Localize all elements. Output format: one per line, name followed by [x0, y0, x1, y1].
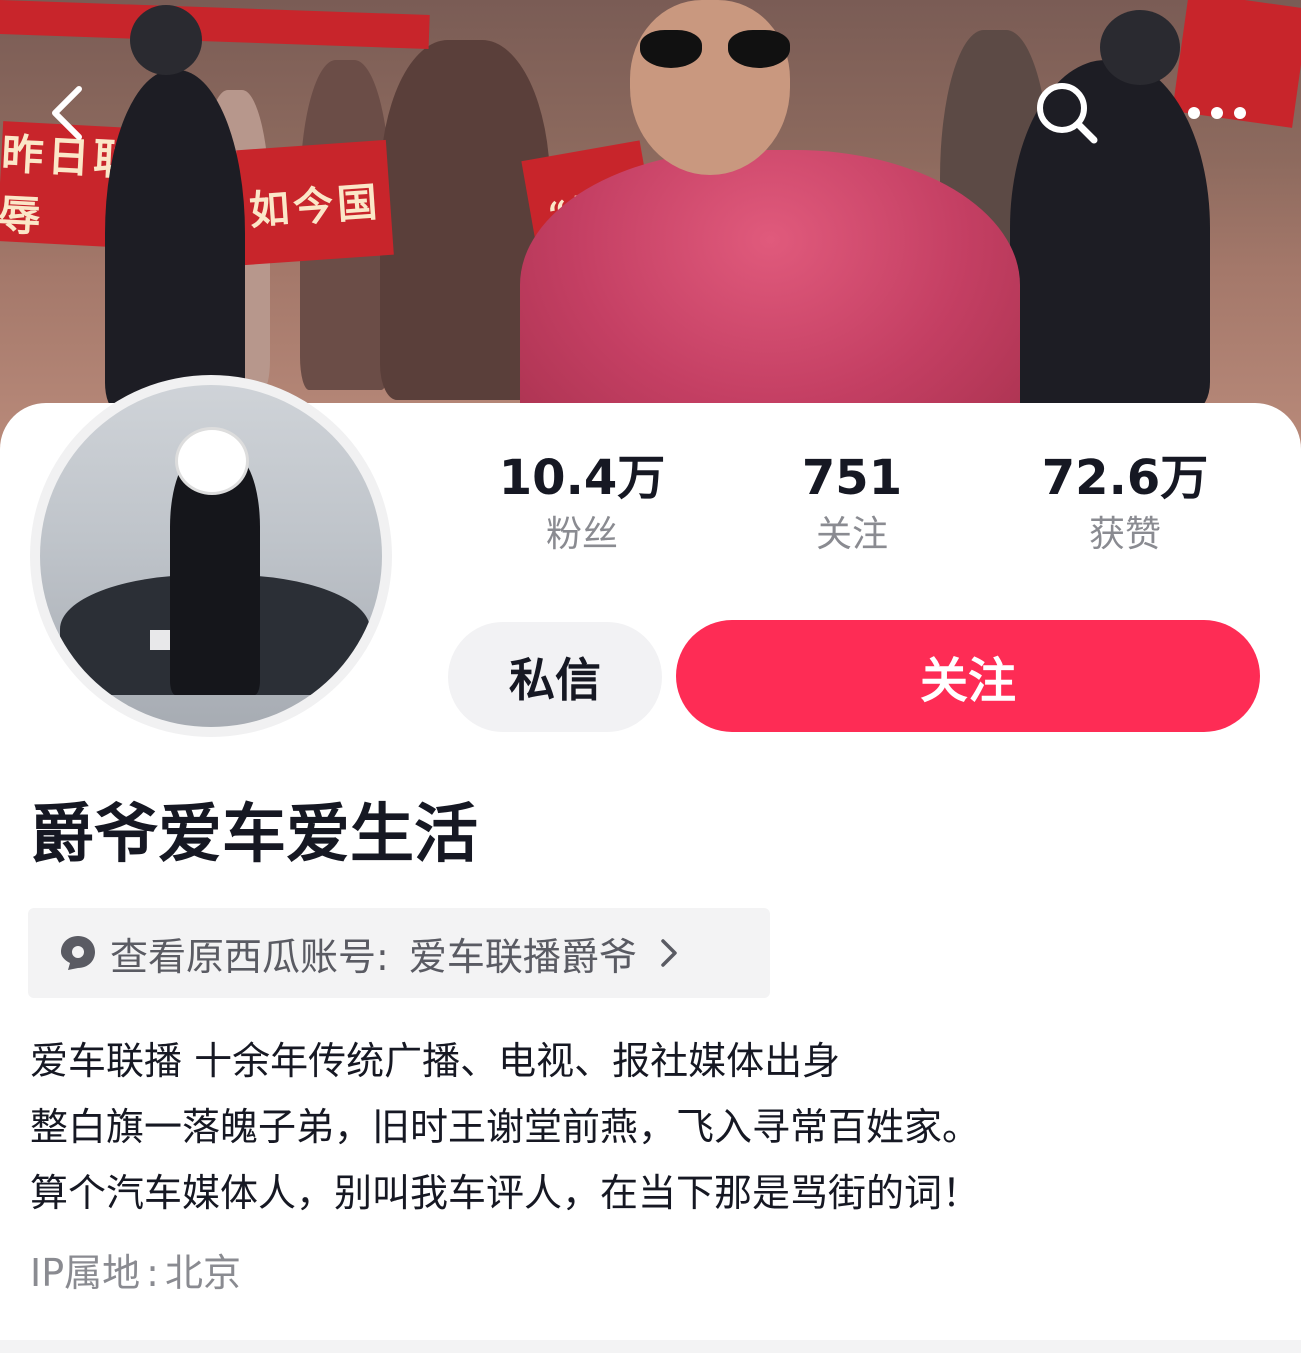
cover-person-head	[630, 0, 790, 175]
stat-followers[interactable]: 10.4万 粉丝	[462, 450, 702, 560]
chevron-right-icon	[659, 936, 679, 970]
ip-label: IP属地	[30, 1251, 141, 1295]
xigua-link-prefix: 查看原西瓜账号:	[110, 934, 389, 979]
following-count: 751	[801, 450, 903, 506]
ip-location: IP属地: 北京	[30, 1243, 241, 1303]
back-button[interactable]	[32, 78, 102, 148]
followers-label: 粉丝	[545, 514, 618, 555]
cover-helmet	[130, 5, 202, 75]
ip-city: 北京	[164, 1251, 241, 1295]
profile-nickname: 爵爷爱车爱生活	[30, 798, 478, 872]
avatar[interactable]	[30, 375, 392, 737]
message-button[interactable]: 私信	[448, 622, 662, 732]
more-horizontal-icon	[1188, 107, 1246, 119]
more-button[interactable]	[1182, 78, 1252, 148]
following-label: 关注	[815, 514, 888, 555]
cover-sunglasses	[640, 30, 790, 70]
cover-helmet	[1100, 10, 1180, 85]
follow-button[interactable]: 关注	[676, 620, 1260, 732]
chevron-left-icon	[52, 86, 82, 140]
search-button[interactable]	[1032, 78, 1102, 148]
bio-line: 整白旗一落魄子弟，旧时王谢堂前燕，飞入寻常百姓家。	[30, 1105, 981, 1149]
cover-guard	[105, 70, 245, 410]
xigua-icon	[58, 933, 98, 973]
bio-line: 爱车联播 十余年传统广播、电视、报社媒体出身	[30, 1039, 841, 1083]
profile-stats: 10.4万 粉丝 751 关注 72.6万 获赞	[450, 450, 1270, 565]
bio-line: 算个汽车媒体人，别叫我车评人，在当下那是骂街的词！	[30, 1171, 981, 1215]
avatar-helmet	[175, 427, 249, 495]
likes-label: 获赞	[1088, 514, 1161, 555]
section-divider	[0, 1340, 1301, 1353]
stat-likes[interactable]: 72.6万 获赞	[1005, 450, 1245, 560]
xigua-account-name: 爱车联播爵爷	[408, 934, 637, 979]
profile-bio: 爱车联播 十余年传统广播、电视、报社媒体出身 整白旗一落魄子弟，旧时王谢堂前燕，…	[30, 1028, 980, 1226]
avatar-photo	[40, 385, 382, 727]
cover-banner	[0, 0, 430, 49]
ip-separator: :	[146, 1251, 159, 1295]
stat-following[interactable]: 751 关注	[732, 450, 972, 560]
followers-count: 10.4万	[498, 450, 666, 506]
search-icon	[1037, 83, 1098, 144]
likes-count: 72.6万	[1041, 450, 1209, 506]
xigua-account-link[interactable]: 查看原西瓜账号: 爱车联播爵爷	[28, 908, 770, 998]
cover-banner: 如今国	[236, 139, 394, 266]
